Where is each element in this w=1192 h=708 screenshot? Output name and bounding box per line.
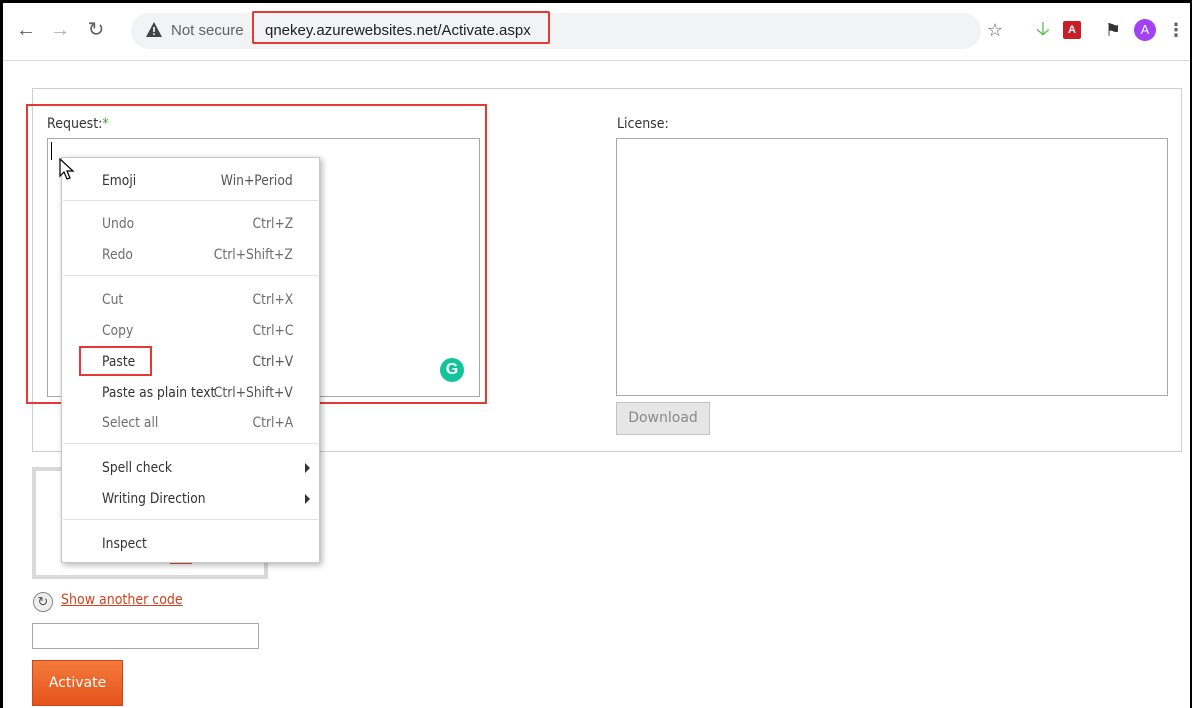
warning-triangle-icon xyxy=(146,22,162,37)
profile-avatar[interactable]: A xyxy=(1134,19,1156,41)
menu-item-writing-direction[interactable]: Writing Direction xyxy=(62,488,319,512)
submenu-arrow-icon xyxy=(305,494,310,504)
forward-arrow-icon[interactable]: → xyxy=(49,19,71,41)
license-label: License: xyxy=(617,116,669,132)
license-textarea[interactable] xyxy=(616,138,1168,396)
paste-highlight-box xyxy=(79,346,152,376)
download-arrow-icon[interactable]: 🡣 xyxy=(1033,20,1053,40)
menu-item-spell-check[interactable]: Spell check xyxy=(62,457,319,481)
menu-separator xyxy=(63,519,318,520)
show-another-code-link[interactable]: Show another code xyxy=(61,592,183,608)
menu-item-cut[interactable]: Cut Ctrl+X xyxy=(62,289,319,313)
url-highlight-box xyxy=(252,11,550,44)
browser-menu-icon[interactable]: ⋮ xyxy=(1166,20,1186,40)
submenu-arrow-icon xyxy=(305,463,310,473)
activate-button[interactable]: Activate xyxy=(32,660,123,706)
download-button[interactable]: Download xyxy=(616,402,710,435)
menu-item-copy[interactable]: Copy Ctrl+C xyxy=(62,320,319,344)
menu-separator xyxy=(63,275,318,276)
captcha-input[interactable] xyxy=(32,623,259,649)
menu-item-select-all[interactable]: Select all Ctrl+A xyxy=(62,412,319,436)
menu-separator xyxy=(63,443,318,444)
back-arrow-icon[interactable]: ← xyxy=(15,19,37,41)
menu-separator xyxy=(63,200,318,201)
security-status[interactable]: Not secure xyxy=(171,22,244,39)
menu-item-undo[interactable]: Undo Ctrl+Z xyxy=(62,213,319,237)
extensions-puzzle-icon[interactable]: ⚑ xyxy=(1103,20,1123,40)
menu-item-paste-plain[interactable]: Paste as plain text Ctrl+Shift+V xyxy=(62,382,319,406)
bookmark-star-icon[interactable]: ☆ xyxy=(985,20,1005,40)
browser-toolbar: ← → ↻ Not secure qnekey.azurewebsites.ne… xyxy=(3,3,1190,61)
menu-item-inspect[interactable]: Inspect xyxy=(62,533,319,557)
menu-item-emoji[interactable]: Emoji Win+Period xyxy=(62,170,319,194)
reload-icon[interactable]: ↻ xyxy=(85,19,107,41)
pdf-extension-icon[interactable]: A xyxy=(1063,21,1081,39)
refresh-icon[interactable]: ↻ xyxy=(33,592,53,612)
menu-item-redo[interactable]: Redo Ctrl+Shift+Z xyxy=(62,244,319,268)
mouse-pointer-icon xyxy=(59,158,75,180)
